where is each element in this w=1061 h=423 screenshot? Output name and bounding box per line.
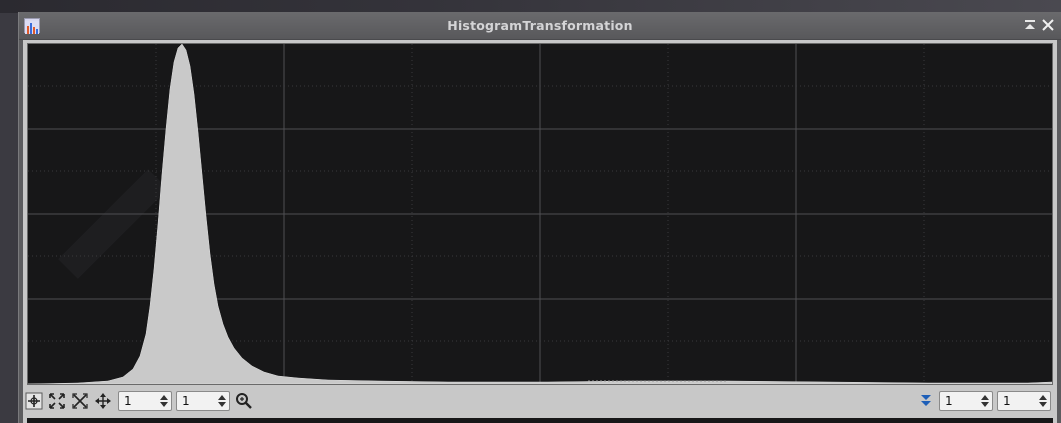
right-zoom-spinbox-1[interactable]: 1: [939, 391, 993, 411]
vertical-zoom-value: 1: [182, 394, 190, 408]
window-title: HistogramTransformation: [447, 18, 633, 33]
horizontal-zoom-spinbox[interactable]: 1: [118, 391, 172, 411]
spin-arrows-icon[interactable]: [159, 394, 169, 408]
close-icon[interactable]: [1039, 16, 1057, 34]
title-bar[interactable]: HistogramTransformation: [19, 12, 1061, 40]
right-zoom-spinbox-2[interactable]: 1: [997, 391, 1051, 411]
spin-arrows-icon[interactable]: [1038, 394, 1048, 408]
spin-arrows-icon[interactable]: [217, 394, 227, 408]
histogram-panel: 1 1 1 1: [23, 40, 1057, 423]
edit-mode-icon[interactable]: [25, 392, 43, 410]
horizontal-zoom-value: 1: [124, 394, 132, 408]
zoom-icon[interactable]: [235, 392, 253, 410]
histogram-graph: [28, 44, 1052, 384]
zoom-reset-icon[interactable]: [71, 392, 89, 410]
right-zoom-value-2: 1: [1003, 394, 1011, 408]
spin-arrows-icon[interactable]: [980, 394, 990, 408]
scroll-mode-icon[interactable]: [94, 392, 112, 410]
histogram-toolbar: 1 1 1 1: [23, 389, 1057, 413]
shade-icon[interactable]: [1021, 16, 1039, 34]
right-zoom-value-1: 1: [945, 394, 953, 408]
zoom-fit-icon[interactable]: [48, 392, 66, 410]
histogram-plot[interactable]: [27, 43, 1053, 385]
histogram-transformation-window: HistogramTransformation 1 1 1 1: [18, 12, 1061, 423]
expand-down-icon[interactable]: [917, 392, 935, 410]
vertical-zoom-spinbox[interactable]: 1: [176, 391, 230, 411]
lower-plot-edge: [27, 418, 1053, 423]
